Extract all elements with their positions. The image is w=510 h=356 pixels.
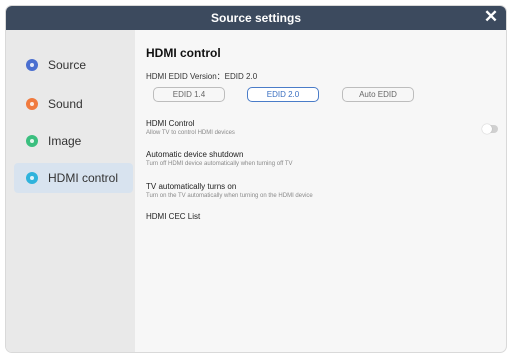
hdmi-control-title: HDMI Control <box>146 119 195 128</box>
hdmi-cec-list[interactable]: HDMI CEC List <box>146 212 200 221</box>
sidebar-item-label: Sound <box>48 97 83 111</box>
title-bar: Source settings ✕ <box>6 6 506 30</box>
main-content: HDMI control HDMI EDID Version：EDID 2.0 … <box>146 30 506 352</box>
sidebar-item-label: HDMI control <box>48 171 119 185</box>
source-icon <box>26 59 38 71</box>
edid-1-4-button[interactable]: EDID 1.4 <box>153 87 225 102</box>
sidebar-item-hdmi-control[interactable]: HDMI control <box>14 163 133 193</box>
sidebar-item-image[interactable]: Image <box>14 126 133 156</box>
sidebar-item-source[interactable]: Source <box>14 50 133 80</box>
hdmi-control-toggle[interactable] <box>482 124 498 134</box>
image-icon <box>26 135 38 147</box>
sidebar-item-label: Source <box>48 58 87 72</box>
hdmi-control-description: Allow TV to control HDMI devices <box>146 130 235 136</box>
auto-shutdown-title[interactable]: Automatic device shutdown <box>146 150 243 159</box>
hdmi-control-icon <box>26 172 38 184</box>
edid-version-text: HDMI EDID Version：EDID 2.0 <box>146 72 258 81</box>
auto-shutdown-description: Turn off HDMI device automatically when … <box>146 161 293 167</box>
sidebar: Source Sound Image HDMI control <box>6 30 135 352</box>
sound-icon <box>26 98 38 110</box>
sidebar-item-sound[interactable]: Sound <box>14 89 133 119</box>
page-title: HDMI control <box>146 46 221 60</box>
auto-turn-on-description: Turn on the TV automatically when turnin… <box>146 193 313 199</box>
source-settings-window: Source settings ✕ Source Sound Image HDM… <box>6 6 506 352</box>
toggle-knob <box>482 124 492 134</box>
sidebar-item-label: Image <box>48 134 82 148</box>
auto-edid-button[interactable]: Auto EDID <box>342 87 414 102</box>
edid-2-0-button[interactable]: EDID 2.0 <box>247 87 319 102</box>
auto-turn-on-title[interactable]: TV automatically turns on <box>146 182 236 191</box>
close-icon[interactable]: ✕ <box>482 8 500 26</box>
window-title: Source settings <box>210 11 302 25</box>
